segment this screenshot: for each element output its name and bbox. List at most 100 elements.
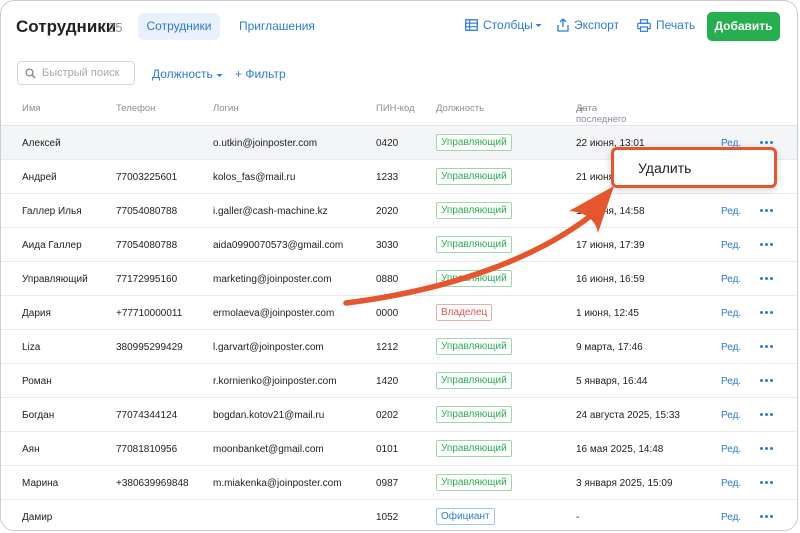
app-window: Сотрудники 25 Сотрудники Приглашения Сто… (0, 0, 798, 531)
edit-link[interactable]: Ред. (721, 342, 741, 353)
cell-last-login: 18 июня, 14:58 (576, 206, 645, 217)
table-row[interactable]: Аида Галлер 77054080788 aida0990070573@gma… (1, 228, 797, 262)
dot (765, 481, 768, 484)
cell-pin: 2020 (376, 206, 399, 217)
dot (770, 379, 773, 382)
export-button[interactable]: Экспорт (557, 18, 619, 32)
table-row[interactable]: Галлер Илья 77054080788 i.galler@cash-mach… (1, 194, 797, 228)
tab-invitations[interactable]: Приглашения (227, 13, 327, 40)
cell-last-login: 16 июня, 16:59 (576, 274, 645, 285)
dot (770, 447, 773, 450)
table-row[interactable]: Liza 380995299429 l.garvart@joinposter.com… (1, 330, 797, 364)
cell-pin: 1233 (376, 172, 399, 183)
dot (760, 277, 763, 280)
column-header-login[interactable]: Логин (213, 103, 239, 114)
more-dots-icon[interactable] (760, 275, 774, 283)
delete-menu-item[interactable]: Удалить (638, 160, 691, 176)
dot (770, 413, 773, 416)
print-button[interactable]: Печать (637, 18, 695, 32)
page-title: Сотрудники (16, 17, 117, 36)
position-filter-label: Должность (152, 67, 213, 81)
cell-pin: 3030 (376, 240, 399, 251)
add-employee-button[interactable]: Добавить (707, 12, 780, 41)
role-badge: Управляющий (436, 406, 512, 423)
column-header-phone[interactable]: Телефон (116, 103, 155, 114)
more-dots-icon[interactable] (760, 207, 774, 215)
dot (765, 379, 768, 382)
table-row[interactable]: Марина +380639969848 m.miakenka@joinposter… (1, 466, 797, 500)
more-dots-icon[interactable] (760, 479, 774, 487)
edit-link[interactable]: Ред. (721, 410, 741, 421)
table-header: Имя Телефон Логин ПИН-код Должность Дата… (1, 103, 797, 136)
dot (760, 243, 763, 246)
table-row[interactable]: Дамир 1052 Официант - Ред. (1, 500, 797, 530)
column-header-position[interactable]: Должность (436, 103, 484, 114)
cell-last-login: - (576, 512, 580, 523)
cell-pin: 1420 (376, 376, 399, 387)
dot (765, 515, 768, 518)
cell-phone: 77003225601 (116, 172, 178, 183)
table-row[interactable]: Аян 77081810956 moonbanket@gmail.com 0101 Уп… (1, 432, 797, 466)
more-dots-icon[interactable] (760, 343, 774, 351)
cell-last-login: 5 января, 16:44 (576, 376, 648, 387)
dot (765, 447, 768, 450)
export-label: Экспорт (574, 18, 620, 32)
edit-link[interactable]: Ред. (721, 240, 741, 251)
cell-last-login: 9 марта, 17:46 (576, 342, 643, 353)
cell-last-login: 16 мая 2025, 14:48 (576, 444, 664, 455)
edit-link[interactable]: Ред. (721, 274, 741, 285)
dot (770, 277, 773, 280)
more-dots-icon[interactable] (760, 411, 774, 419)
table-row[interactable]: Управляющий 77172995160 marketing@joinpost… (1, 262, 797, 296)
dot (765, 277, 768, 280)
employee-count: 25 (108, 20, 123, 35)
more-dots-icon[interactable] (760, 241, 774, 249)
dot (760, 515, 763, 518)
position-filter-dropdown[interactable]: Должность (152, 67, 223, 81)
edit-link[interactable]: Ред. (721, 308, 741, 319)
dot (765, 243, 768, 246)
column-header-pin[interactable]: ПИН-код (376, 103, 415, 114)
cell-login: ermolaeva@joinposter.com (213, 308, 335, 319)
edit-link[interactable]: Ред. (721, 512, 741, 523)
edit-link[interactable]: Ред. (721, 376, 741, 387)
cell-login: i.galler@cash-machine.kz (213, 206, 328, 217)
columns-button[interactable]: Столбцы (465, 18, 542, 32)
print-label: Печать (656, 18, 696, 32)
edit-link[interactable]: Ред. (721, 444, 741, 455)
more-dots-icon[interactable] (760, 139, 774, 147)
cell-login: l.garvart@joinposter.com (213, 342, 324, 353)
role-badge: Официант (436, 508, 495, 525)
more-dots-icon[interactable] (760, 377, 774, 385)
add-filter-button[interactable]: + Фильтр (235, 67, 286, 81)
table-row[interactable]: Богдан 77074344124 bogdan.kotov21@mail.ru 0… (1, 398, 797, 432)
cell-name: Богдан (22, 410, 55, 421)
cell-name: Алексей (22, 138, 61, 149)
dot (760, 311, 763, 314)
more-dots-icon[interactable] (760, 513, 774, 521)
table-row[interactable]: Роман r.kornienko@joinposter.com 1420 Управ… (1, 364, 797, 398)
edit-link[interactable]: Ред. (721, 206, 741, 217)
more-dots-icon[interactable] (760, 309, 774, 317)
dot (765, 413, 768, 416)
dot (765, 311, 768, 314)
cell-pin: 0987 (376, 478, 399, 489)
dot (760, 447, 763, 450)
column-header-last-login[interactable]: Дата последнего входа (576, 103, 626, 136)
edit-link[interactable]: Ред. (721, 478, 741, 489)
cell-name: Дамир (22, 512, 53, 523)
quick-search[interactable] (17, 61, 135, 85)
cell-phone: 77074344124 (116, 410, 178, 421)
dot (770, 345, 773, 348)
cell-name: Марина (22, 478, 59, 489)
table-row[interactable]: Дария +77710000011 ermolaeva@joinposter.co… (1, 296, 797, 330)
cell-last-login: 3 января 2025, 15:09 (576, 478, 673, 489)
search-input[interactable] (42, 65, 130, 81)
column-header-name[interactable]: Имя (22, 103, 41, 114)
more-dots-icon[interactable] (760, 445, 774, 453)
dot (760, 379, 763, 382)
cell-login: moonbanket@gmail.com (213, 444, 324, 455)
cell-name: Роман (22, 376, 52, 387)
cell-login: aida0990070573@gmail.com (213, 240, 344, 251)
tab-employees[interactable]: Сотрудники (138, 13, 220, 40)
